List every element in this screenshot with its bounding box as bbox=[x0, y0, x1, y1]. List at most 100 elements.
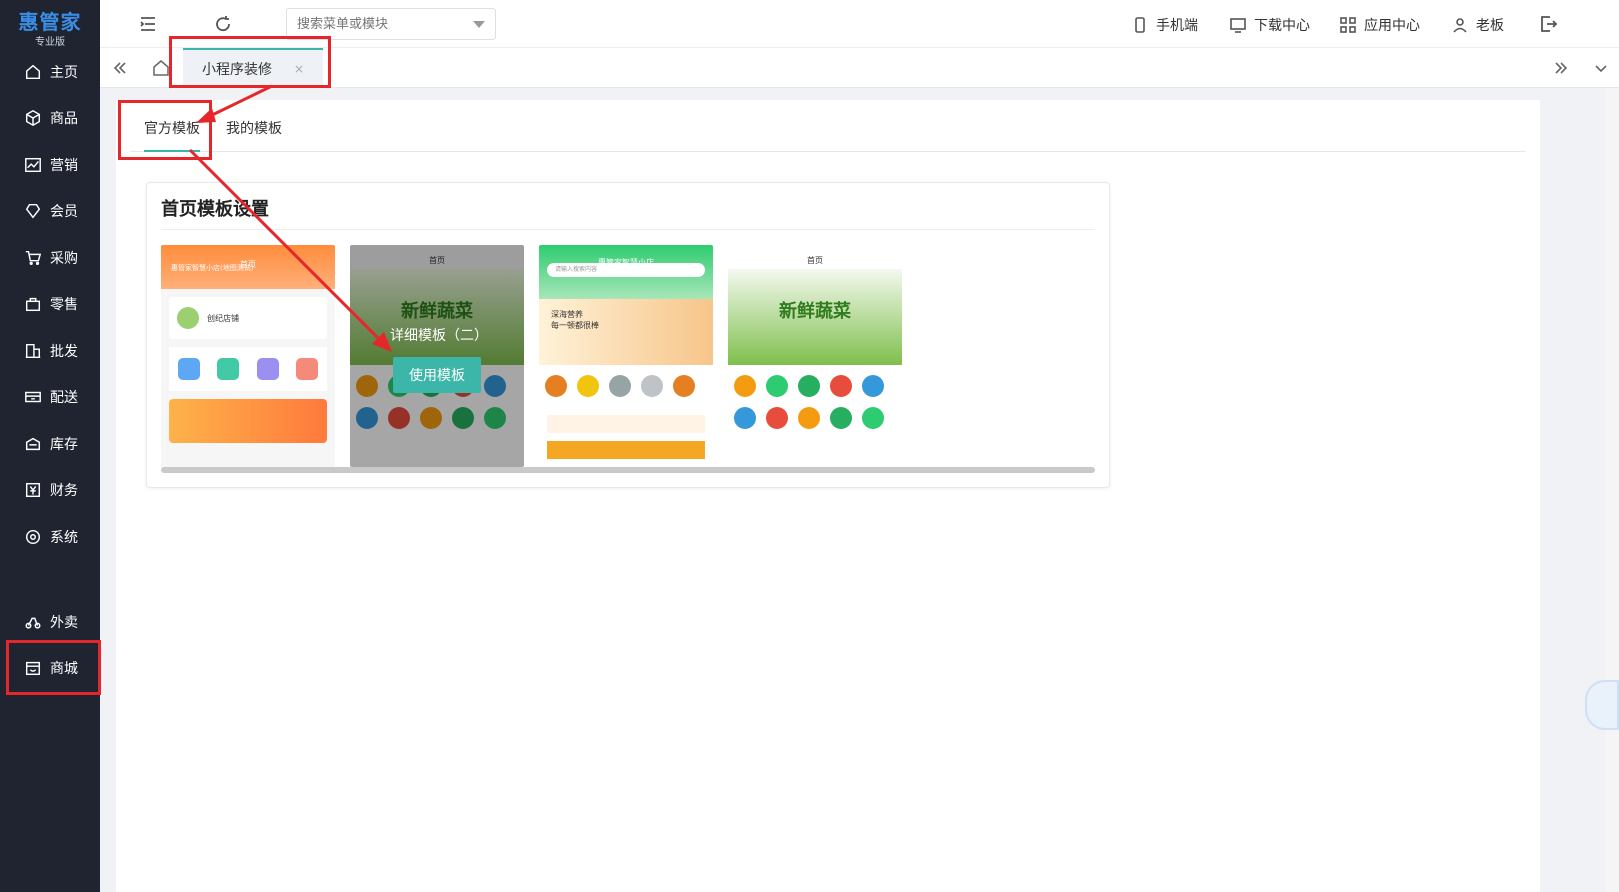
sidebar-item-label: 配送 bbox=[50, 390, 78, 406]
entry-icon bbox=[256, 358, 279, 380]
banner-subtitle: 每一顿都很棒 bbox=[551, 321, 599, 330]
scroll-right-icon[interactable] bbox=[1553, 60, 1569, 76]
sidebar-item-label: 批发 bbox=[50, 344, 78, 360]
refresh-icon[interactable] bbox=[213, 14, 233, 34]
logo: 惠管家 专业版 bbox=[0, 0, 100, 48]
sidebar-item-wholesale[interactable]: 批发 bbox=[0, 331, 100, 371]
sidebar-item-mall[interactable]: 商城 bbox=[0, 648, 100, 688]
template-thumb[interactable]: 首页 惠管家智慧小店(地图测试) 创纪店铺 bbox=[161, 245, 335, 467]
monitor-icon bbox=[1230, 18, 1246, 33]
notice-bar bbox=[547, 415, 705, 433]
banner-title: 深海营养 bbox=[551, 310, 583, 319]
avatar bbox=[177, 307, 199, 329]
template-header: 首页 bbox=[728, 245, 902, 269]
sidebar-item-label: 会员 bbox=[50, 204, 78, 220]
phone-icon bbox=[1135, 17, 1145, 33]
scooter-icon bbox=[25, 617, 41, 629]
scroll-left-icon[interactable] bbox=[112, 60, 128, 76]
template-title: 首页 bbox=[807, 256, 823, 265]
grid-icon bbox=[1340, 17, 1356, 33]
box-icon bbox=[25, 109, 41, 127]
home-tab-icon[interactable] bbox=[152, 59, 170, 77]
user-menu[interactable]: 老板 bbox=[1452, 15, 1504, 35]
promo-banner bbox=[547, 441, 705, 459]
store-name: 创纪店铺 bbox=[207, 313, 239, 323]
edition-label: 专业版 bbox=[35, 37, 65, 48]
search-input[interactable] bbox=[287, 9, 457, 39]
chevron-down-icon bbox=[473, 21, 485, 28]
brand-name: 惠管家 bbox=[18, 10, 82, 34]
sidebar-item-purchase[interactable]: 采购 bbox=[0, 238, 100, 278]
tab-mini-program-decoration[interactable]: 小程序装修 × bbox=[183, 48, 323, 88]
sidebar-item-goods[interactable]: 商品 bbox=[0, 98, 100, 138]
template-shop-name: 惠管家智慧小店(地图测试) bbox=[171, 264, 254, 272]
horizontal-scrollbar[interactable] bbox=[161, 467, 1095, 473]
sidebar-item-home[interactable]: 主页 bbox=[0, 52, 100, 92]
sidebar-item-takeout[interactable]: 外卖 bbox=[0, 602, 100, 642]
top-header: 手机端 下载中心 应用中心 老板 bbox=[100, 0, 1619, 48]
tab-label: 小程序装修 bbox=[201, 62, 272, 78]
menu-toggle-icon[interactable] bbox=[138, 14, 158, 34]
sidebar-item-label: 商品 bbox=[50, 111, 78, 127]
divider bbox=[161, 229, 1095, 230]
vertical-scrollbar[interactable] bbox=[1605, 88, 1619, 892]
template-overlay bbox=[350, 245, 524, 467]
banner-text: 新鲜蔬菜 bbox=[779, 301, 851, 322]
home-icon bbox=[25, 64, 41, 80]
entry-icon bbox=[296, 358, 319, 380]
logout-icon[interactable] bbox=[1538, 14, 1558, 34]
card-title: 首页模板设置 bbox=[161, 199, 269, 220]
assistant-robot-icon[interactable] bbox=[1585, 680, 1619, 730]
sidebar-item-inventory[interactable]: 库存 bbox=[0, 424, 100, 464]
mobile-link[interactable]: 手机端 bbox=[1132, 15, 1198, 35]
sidebar-item-delivery[interactable]: 配送 bbox=[0, 377, 100, 417]
apps-label: 应用中心 bbox=[1364, 18, 1420, 34]
template-thumb[interactable]: 惠管家智慧小店 请输入搜索内容 深海营养 每一顿都很棒 bbox=[539, 245, 713, 467]
gear-icon bbox=[25, 529, 41, 545]
tab-my-templates[interactable]: 我的模板 bbox=[226, 112, 282, 152]
mobile-label: 手机端 bbox=[1156, 18, 1198, 34]
template-title: 首页 bbox=[240, 260, 256, 269]
template-tabs: 官方模板 我的模板 bbox=[130, 112, 1526, 152]
sidebar-item-system[interactable]: 系统 bbox=[0, 517, 100, 557]
store-icon bbox=[25, 661, 41, 676]
template-title: 惠管家智慧小店 bbox=[598, 258, 654, 267]
use-template-button[interactable]: 使用模板 bbox=[393, 357, 481, 393]
store-card: 创纪店铺 bbox=[169, 297, 327, 339]
sidebar-item-finance[interactable]: 财务 bbox=[0, 470, 100, 510]
category-row bbox=[539, 365, 713, 407]
template-header: 惠管家智慧小店 请输入搜索内容 bbox=[539, 245, 713, 299]
download-link[interactable]: 下载中心 bbox=[1230, 15, 1310, 35]
user-label: 老板 bbox=[1476, 18, 1504, 34]
chevron-down-icon[interactable] bbox=[1593, 60, 1609, 76]
sidebar-item-label: 营销 bbox=[50, 158, 78, 174]
entry-icon bbox=[217, 358, 240, 380]
template-thumb[interactable]: 首页 新鲜蔬菜 详细模板（二） 使用模板 bbox=[350, 245, 524, 467]
close-icon[interactable]: × bbox=[294, 62, 304, 76]
tab-official-templates[interactable]: 官方模板 bbox=[144, 112, 200, 152]
banner-image: 深海营养 每一顿都很棒 bbox=[539, 299, 713, 365]
menu-search[interactable] bbox=[286, 8, 496, 40]
building-icon bbox=[25, 343, 41, 359]
sidebar-item-marketing[interactable]: 营销 bbox=[0, 145, 100, 185]
cart-icon bbox=[25, 250, 42, 266]
template-card: 首页模板设置 首页 惠管家智慧小店(地图测试) 创纪店铺 首页 新鲜蔬菜 详细模… bbox=[146, 182, 1110, 488]
apps-link[interactable]: 应用中心 bbox=[1340, 15, 1420, 35]
sidebar-item-label: 零售 bbox=[50, 297, 78, 313]
template-header: 首页 惠管家智慧小店(地图测试) bbox=[161, 245, 335, 289]
main-content: 官方模板 我的模板 首页模板设置 首页 惠管家智慧小店(地图测试) 创纪店铺 首… bbox=[116, 100, 1540, 892]
sidebar-item-members[interactable]: 会员 bbox=[0, 191, 100, 231]
banner-image: 新鲜蔬菜 bbox=[728, 269, 902, 365]
sidebar-item-retail[interactable]: 零售 bbox=[0, 284, 100, 324]
quick-entries bbox=[169, 347, 327, 391]
sidebar-item-label: 主页 bbox=[50, 65, 78, 81]
yuan-icon bbox=[25, 482, 41, 498]
truck-icon bbox=[25, 391, 41, 403]
user-icon bbox=[1453, 18, 1467, 33]
diamond-icon bbox=[25, 203, 41, 219]
tab-bar: 小程序装修 × bbox=[100, 48, 1619, 88]
template-thumb[interactable]: 首页 新鲜蔬菜 bbox=[728, 245, 902, 467]
sidebar-item-label: 外卖 bbox=[50, 615, 78, 631]
chart-icon bbox=[25, 157, 41, 173]
entry-icon bbox=[177, 358, 200, 380]
